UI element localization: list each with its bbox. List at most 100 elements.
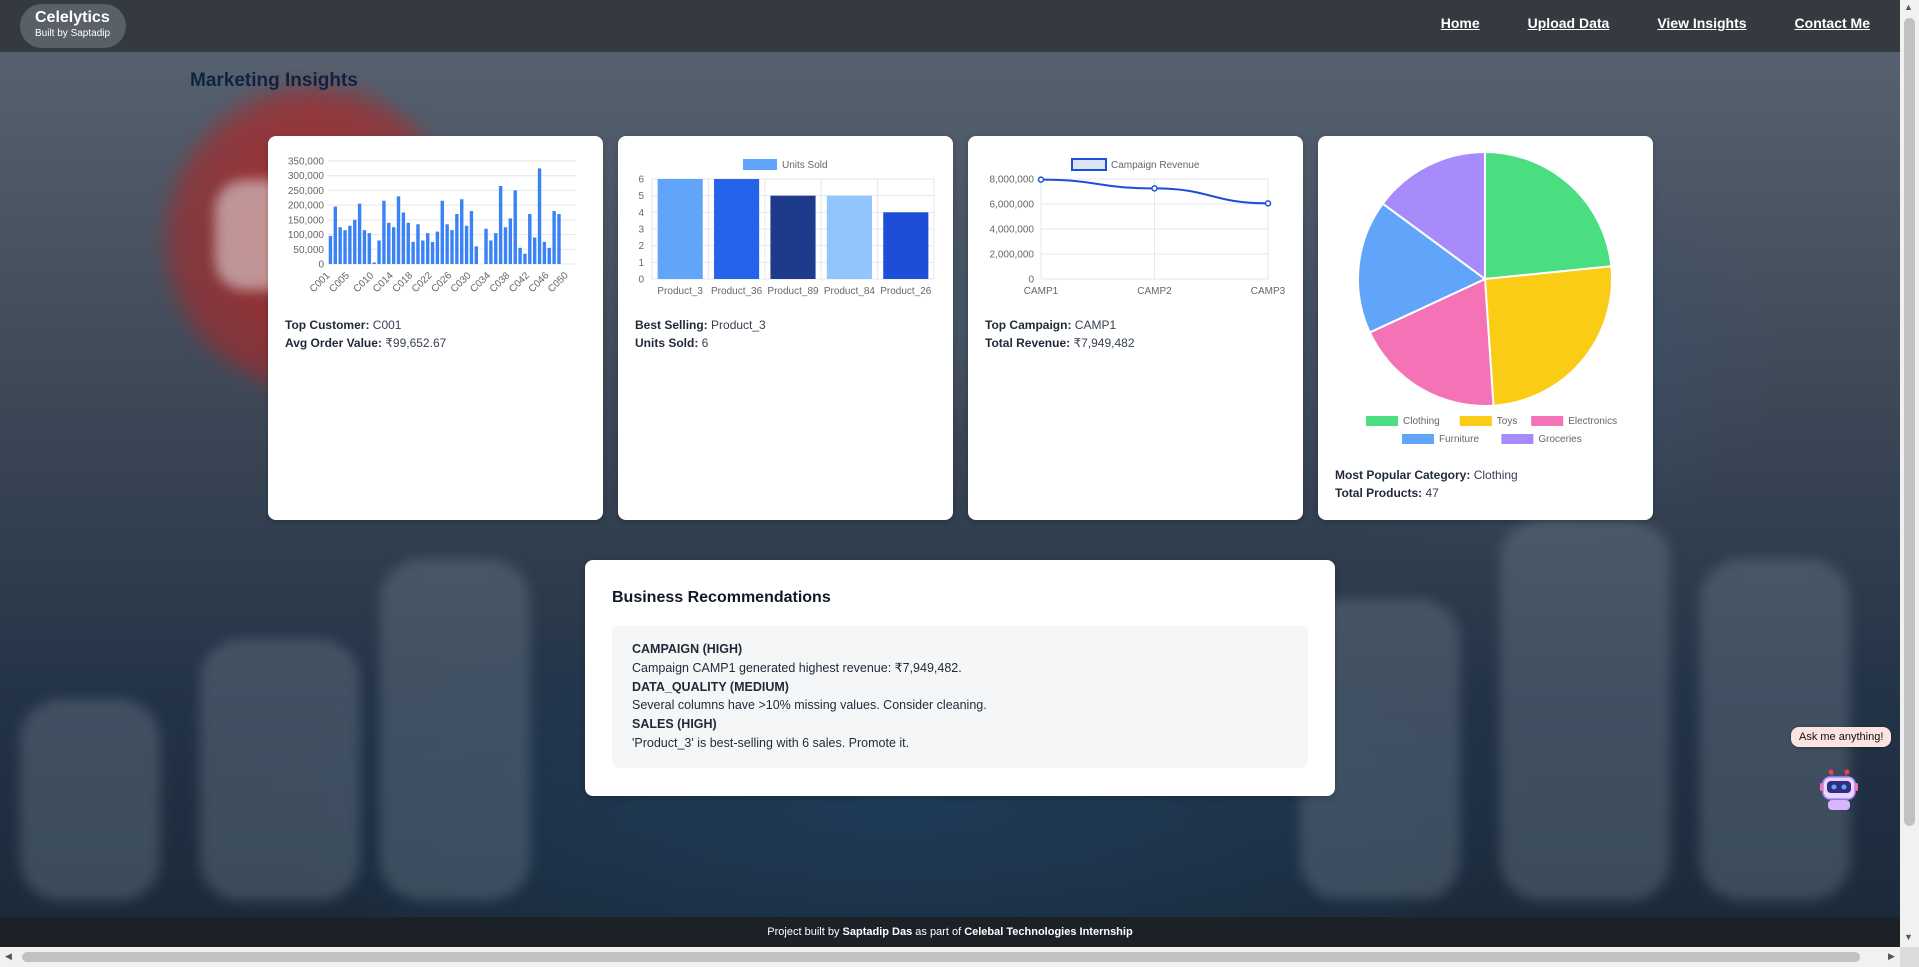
bar xyxy=(391,227,396,264)
category-meta: Most Popular Category: Clothing Total Pr… xyxy=(1335,466,1518,502)
bar xyxy=(537,168,542,264)
avg-order-value: ₹99,652.67 xyxy=(385,336,447,350)
bar xyxy=(489,240,493,264)
robot-icon[interactable] xyxy=(1818,768,1860,812)
best-selling-label: Best Selling: xyxy=(635,318,708,332)
bar xyxy=(343,230,347,264)
bar xyxy=(425,233,430,264)
chatbot-prompt[interactable]: Ask me anything! xyxy=(1791,727,1892,747)
bar xyxy=(372,262,376,264)
bar xyxy=(338,227,342,264)
avg-order-label: Avg Order Value: xyxy=(285,336,382,350)
bar xyxy=(770,195,816,279)
bar xyxy=(464,225,469,264)
bar xyxy=(547,247,551,264)
recommendations-panel: Business Recommendations CAMPAIGN (HIGH)… xyxy=(585,560,1335,796)
scrollbar-corner xyxy=(1900,947,1919,967)
top-campaign-label: Top Campaign: xyxy=(985,318,1072,332)
bar xyxy=(523,253,527,264)
recommendation-message: 'Product_3' is best-selling with 6 sales… xyxy=(632,735,910,750)
bar xyxy=(382,200,386,264)
bar xyxy=(421,240,425,264)
bar xyxy=(411,241,415,264)
x-tick-label: C026 xyxy=(429,270,454,295)
bar xyxy=(445,224,449,264)
bar xyxy=(387,222,391,264)
bar xyxy=(532,237,537,264)
x-tick-label: CAMP2 xyxy=(1137,286,1172,297)
y-tick-label: 250,000 xyxy=(288,186,325,197)
x-tick-label: C050 xyxy=(546,270,571,295)
scroll-down-icon[interactable]: ▼ xyxy=(1904,932,1913,942)
nav-link-view-insights[interactable]: View Insights xyxy=(1657,15,1746,31)
data-point xyxy=(1151,185,1158,192)
y-tick-label: 2 xyxy=(638,241,644,252)
nav-link-upload-data[interactable]: Upload Data xyxy=(1528,15,1610,31)
vertical-scrollbar[interactable]: ▲ ▼ xyxy=(1900,0,1919,947)
legend-swatch xyxy=(1459,416,1492,426)
product-insights-card: Units Sold 6 5 4 3 2 1 0 Product_3 Product_36 Prod… xyxy=(618,136,953,520)
footer-prefix: Project built by xyxy=(767,926,840,938)
scroll-right-icon[interactable]: ▶ xyxy=(1888,951,1895,962)
bar xyxy=(333,206,337,264)
brand-title: Celelytics xyxy=(35,9,110,26)
top-customer-label: Top Customer: xyxy=(285,318,370,332)
page-title: Marketing Insights xyxy=(190,70,358,91)
y-tick-label: 5 xyxy=(638,191,644,202)
recommendation-message: Several columns have >10% missing values… xyxy=(632,698,987,713)
vertical-scroll-thumb[interactable] xyxy=(1904,18,1915,826)
brand-logo[interactable]: Celelytics Built by Saptadip xyxy=(20,4,126,48)
customer-insights-card: 350,000 300,000 250,000 200,000 150,000 100,0… xyxy=(268,136,603,520)
bar xyxy=(353,219,357,264)
scroll-left-icon[interactable]: ◀ xyxy=(5,951,12,962)
legend-swatch xyxy=(1501,434,1534,444)
y-tick-label: 3 xyxy=(638,225,644,236)
legend-label: Electronics xyxy=(1568,416,1617,427)
horizontal-scroll-thumb[interactable] xyxy=(22,952,1860,962)
legend-swatch xyxy=(1531,416,1564,426)
bar xyxy=(513,190,517,264)
category-pie-chart: Clothing Toys Electronics Furniture Grocerie… xyxy=(1357,150,1617,445)
units-sold-value: 6 xyxy=(701,336,709,350)
bar xyxy=(396,196,401,264)
legend-label: Groceries xyxy=(1538,434,1581,445)
nav-link-home[interactable]: Home xyxy=(1441,15,1480,31)
y-tick-label: 0 xyxy=(638,275,644,286)
top-customer-value: C001 xyxy=(372,318,402,332)
legend-swatch xyxy=(1071,158,1107,171)
horizontal-scrollbar[interactable]: ◀ ▶ xyxy=(0,947,1900,967)
legend-swatch xyxy=(743,159,777,170)
bar xyxy=(362,230,367,264)
bar xyxy=(518,247,522,264)
y-tick-label: 4,000,000 xyxy=(990,225,1035,236)
bar xyxy=(494,233,498,264)
x-tick-label: Product_84 xyxy=(824,286,876,297)
x-tick-label: C001 xyxy=(308,270,333,295)
data-point xyxy=(1264,200,1272,207)
bar xyxy=(508,218,513,264)
bar xyxy=(557,213,561,264)
x-tick-label: C034 xyxy=(468,270,493,295)
x-tick-label: C046 xyxy=(527,270,552,295)
bar xyxy=(435,231,440,264)
bar xyxy=(430,241,435,264)
nav-link-contact[interactable]: Contact Me xyxy=(1795,15,1870,31)
legend-swatch xyxy=(1366,416,1398,426)
x-tick-label: C005 xyxy=(327,270,352,295)
recommendations-list: CAMPAIGN (HIGH) Campaign CAMP1 generated… xyxy=(612,626,1308,768)
x-tick-label: C010 xyxy=(352,270,377,295)
scroll-up-icon[interactable]: ▲ xyxy=(1904,2,1913,12)
campaign-meta: Top Campaign: CAMP1 Total Revenue: ₹7,94… xyxy=(985,316,1135,352)
bar xyxy=(348,225,352,264)
y-tick-label: 8,000,000 xyxy=(990,175,1035,186)
x-tick-label: Product_26 xyxy=(880,286,932,297)
x-tick-label: C030 xyxy=(449,270,474,295)
bar xyxy=(440,200,444,264)
y-tick-label: 50,000 xyxy=(293,245,324,256)
bar xyxy=(460,199,464,264)
units-sold-label: Units Sold: xyxy=(635,336,699,350)
brand-subtitle: Built by Saptadip xyxy=(35,28,111,39)
total-revenue-value: ₹7,949,482 xyxy=(1073,336,1135,350)
data-point xyxy=(1037,176,1045,183)
x-tick-label: Product_36 xyxy=(711,286,763,297)
